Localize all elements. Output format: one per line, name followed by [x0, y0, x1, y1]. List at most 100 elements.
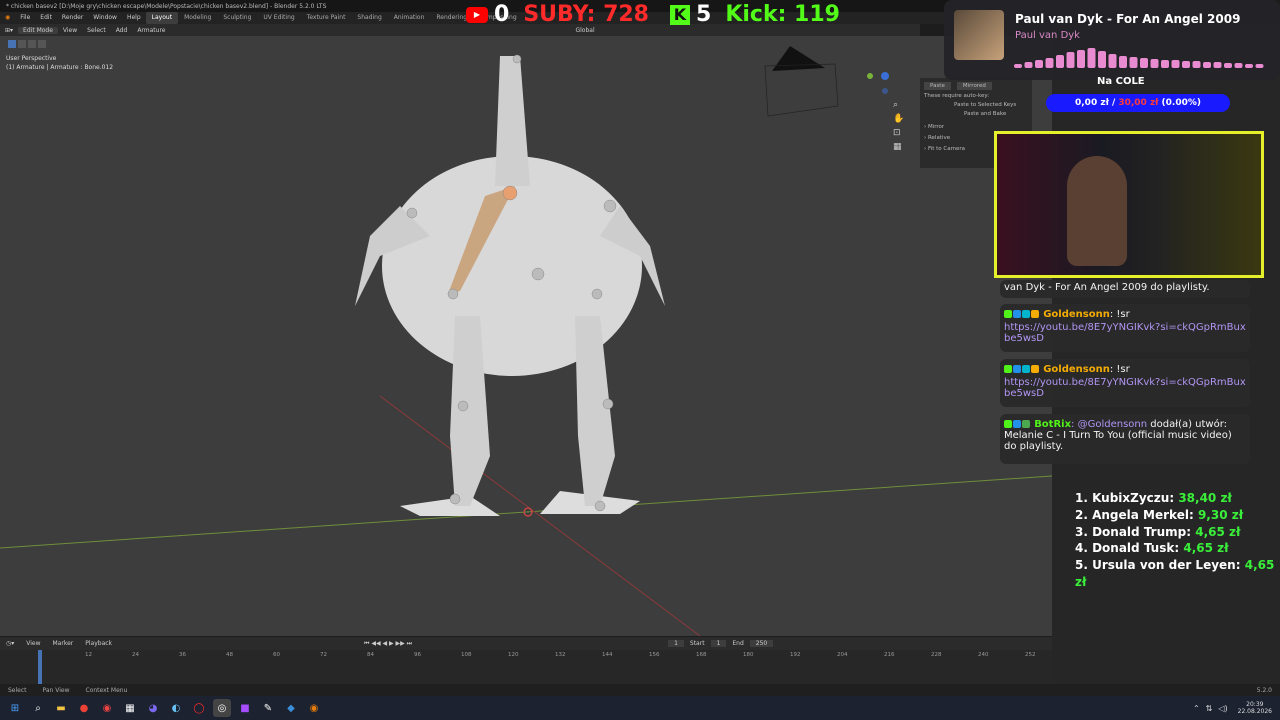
workspace-tab-modeling[interactable]: Modeling: [178, 12, 217, 24]
ranking-row: 5. Ursula von der Leyen: 4,65 zł: [1075, 558, 1275, 589]
playback-controls[interactable]: ⏮ ◀◀ ◀ ▶ ▶▶ ⏭: [358, 640, 418, 648]
chat-username[interactable]: BotRix: [1034, 419, 1071, 430]
menu-file[interactable]: File: [15, 12, 35, 24]
track-title: Paul van Dyk - For An Angel 2009: [1015, 12, 1241, 26]
chat-text: van Dyk - For An Angel 2009 do playlisty…: [1004, 282, 1210, 293]
chrome-icon[interactable]: ●: [75, 699, 93, 717]
now-playing-widget: Paul van Dyk - For An Angel 2009 Paul va…: [944, 0, 1280, 80]
workspace-tab-layout[interactable]: Layout: [145, 12, 179, 24]
tray-chevron-icon[interactable]: ⌃: [1193, 704, 1200, 713]
timeline-tick: 156: [649, 652, 660, 658]
discord-icon[interactable]: ◕: [144, 699, 162, 717]
obs-icon[interactable]: ◎: [213, 699, 231, 717]
kick-followers: Kick: 119: [725, 2, 840, 27]
paste-bake-button[interactable]: Paste and Bake: [924, 111, 1028, 117]
menu-window[interactable]: Window: [88, 12, 122, 24]
steam-icon[interactable]: ◐: [167, 699, 185, 717]
mode-select[interactable]: Edit Mode: [18, 26, 58, 34]
start-frame-field[interactable]: 1: [710, 640, 727, 647]
chat-message-1: van Dyk - For An Angel 2009 do playlisty…: [1000, 280, 1250, 298]
menu-armature[interactable]: Armature: [132, 27, 170, 34]
timeline-view-menu[interactable]: View: [20, 640, 46, 647]
timeline-tick: 168: [696, 652, 707, 658]
timeline-editor-icon[interactable]: ◷▾: [0, 640, 20, 647]
camera-view-icon[interactable]: ⊡: [893, 128, 904, 138]
workspace-tab-sculpting[interactable]: Sculpting: [217, 12, 257, 24]
windows-start-icon[interactable]: ⊞: [6, 699, 24, 717]
timeline-tick: 252: [1025, 652, 1036, 658]
calculator-icon[interactable]: ▦: [121, 699, 139, 717]
workspace-tab-shading[interactable]: Shading: [351, 12, 387, 24]
menu-view[interactable]: View: [58, 27, 82, 34]
blender-logo-icon[interactable]: ◉: [0, 12, 15, 24]
status-pan: Pan View: [42, 686, 70, 694]
editor-type-icon[interactable]: ⊞▾: [0, 27, 18, 34]
timeline-tick: 72: [320, 652, 327, 658]
end-frame-field[interactable]: 250: [749, 640, 774, 647]
volume-icon[interactable]: ◁): [1218, 704, 1227, 713]
menu-render[interactable]: Render: [57, 12, 88, 24]
timeline-header: ◷▾ View Marker Playback ⏮ ◀◀ ◀ ▶ ▶▶ ⏭ 1 …: [0, 637, 1052, 650]
goal-percent: (0.00%): [1161, 98, 1201, 108]
menu-add[interactable]: Add: [111, 27, 133, 34]
timeline-tick: 144: [602, 652, 613, 658]
paste-button[interactable]: Paste: [924, 82, 951, 90]
mirrored-button[interactable]: Mirrored: [956, 82, 992, 90]
ranking-row: 3. Donald Trump: 4,65 zł: [1075, 524, 1241, 539]
chicken-neck: [495, 56, 530, 186]
network-icon[interactable]: ⇅: [1206, 704, 1213, 713]
youtube-count: 0: [494, 2, 510, 27]
autokey-hint: These require auto-key:: [924, 93, 990, 99]
timeline-tick: 240: [978, 652, 989, 658]
chat-username[interactable]: Goldensonn: [1043, 364, 1110, 375]
browser-icon[interactable]: ◉: [98, 699, 116, 717]
app-icon[interactable]: ■: [236, 699, 254, 717]
paste-selected-button[interactable]: Paste to Selected Keys: [924, 102, 1028, 108]
kick-counter: K 5 Kick: 119: [670, 2, 840, 27]
menu-help[interactable]: Help: [122, 12, 146, 24]
clock-time[interactable]: 20:39: [1238, 701, 1272, 708]
chat-link[interactable]: https://youtu.be/8E7yYNGIKvk?si=ckQGpRmB…: [1004, 322, 1246, 344]
3d-viewport[interactable]: User Perspective (1) Armature | Armature…: [0, 36, 1052, 636]
file-explorer-icon[interactable]: ▬: [52, 699, 70, 717]
chat-mention[interactable]: : @Goldensonn: [1071, 419, 1147, 430]
album-art: [954, 10, 1004, 60]
vs-icon[interactable]: ◆: [282, 699, 300, 717]
donation-ranking: 1. KubixZyczu: 38,40 zł 2. Angela Merkel…: [1075, 490, 1280, 591]
chat-text: : !sr: [1109, 309, 1130, 320]
menu-select[interactable]: Select: [82, 27, 111, 34]
zoom-icon[interactable]: ⌕: [893, 100, 904, 110]
pan-hand-icon[interactable]: ✋: [893, 114, 904, 124]
clock-date[interactable]: 22.08.2026: [1238, 708, 1272, 715]
windows-taskbar: ⊞ ⌕ ▬ ● ◉ ▦ ◕ ◐ ◯ ◎ ■ ✎ ◆ ◉ ⌃ ⇅ ◁) 20:39…: [0, 696, 1280, 720]
subs-counter: ▶ 0 SUBY: 728: [466, 2, 649, 27]
search-icon[interactable]: ⌕: [29, 699, 47, 717]
playhead[interactable]: [38, 650, 42, 684]
chat-username[interactable]: Goldensonn: [1043, 309, 1110, 320]
editor-icon[interactable]: ✎: [259, 699, 277, 717]
goal-target: 30,00 zł: [1118, 98, 1159, 108]
chat-link[interactable]: https://youtu.be/8E7yYNGIKvk?si=ckQGpRmB…: [1004, 377, 1246, 399]
menu-edit[interactable]: Edit: [35, 12, 57, 24]
workspace-tab-animation[interactable]: Animation: [388, 12, 431, 24]
timeline-track[interactable]: 1122436486072849610812013214415616818019…: [0, 650, 1052, 684]
mirror-toggle[interactable]: › Mirror: [924, 124, 1028, 130]
chat-message-2: Goldensonn: !sr https://youtu.be/8E7yYNG…: [1000, 304, 1250, 352]
ranking-row: 4. Donald Tusk: 4,65 zł: [1075, 541, 1229, 556]
current-frame-field[interactable]: 1: [668, 640, 684, 647]
timeline-tick: 120: [508, 652, 519, 658]
timeline-tick: 180: [743, 652, 754, 658]
blender-taskbar-icon[interactable]: ◉: [305, 699, 323, 717]
grid-icon[interactable]: ▦: [893, 142, 904, 152]
timeline-playback-menu[interactable]: Playback: [79, 640, 118, 647]
timeline-tick: 192: [790, 652, 801, 658]
status-select: Select: [8, 686, 27, 694]
subs-count: SUBY: 728: [523, 2, 649, 27]
timeline-marker-menu[interactable]: Marker: [47, 640, 80, 647]
orientation-select[interactable]: Global: [570, 27, 599, 34]
workspace-tab-texture-paint[interactable]: Texture Paint: [301, 12, 352, 24]
timeline-tick: 84: [367, 652, 374, 658]
opera-icon[interactable]: ◯: [190, 699, 208, 717]
workspace-tab-uv-editing[interactable]: UV Editing: [257, 12, 300, 24]
timeline-tick: 24: [132, 652, 139, 658]
